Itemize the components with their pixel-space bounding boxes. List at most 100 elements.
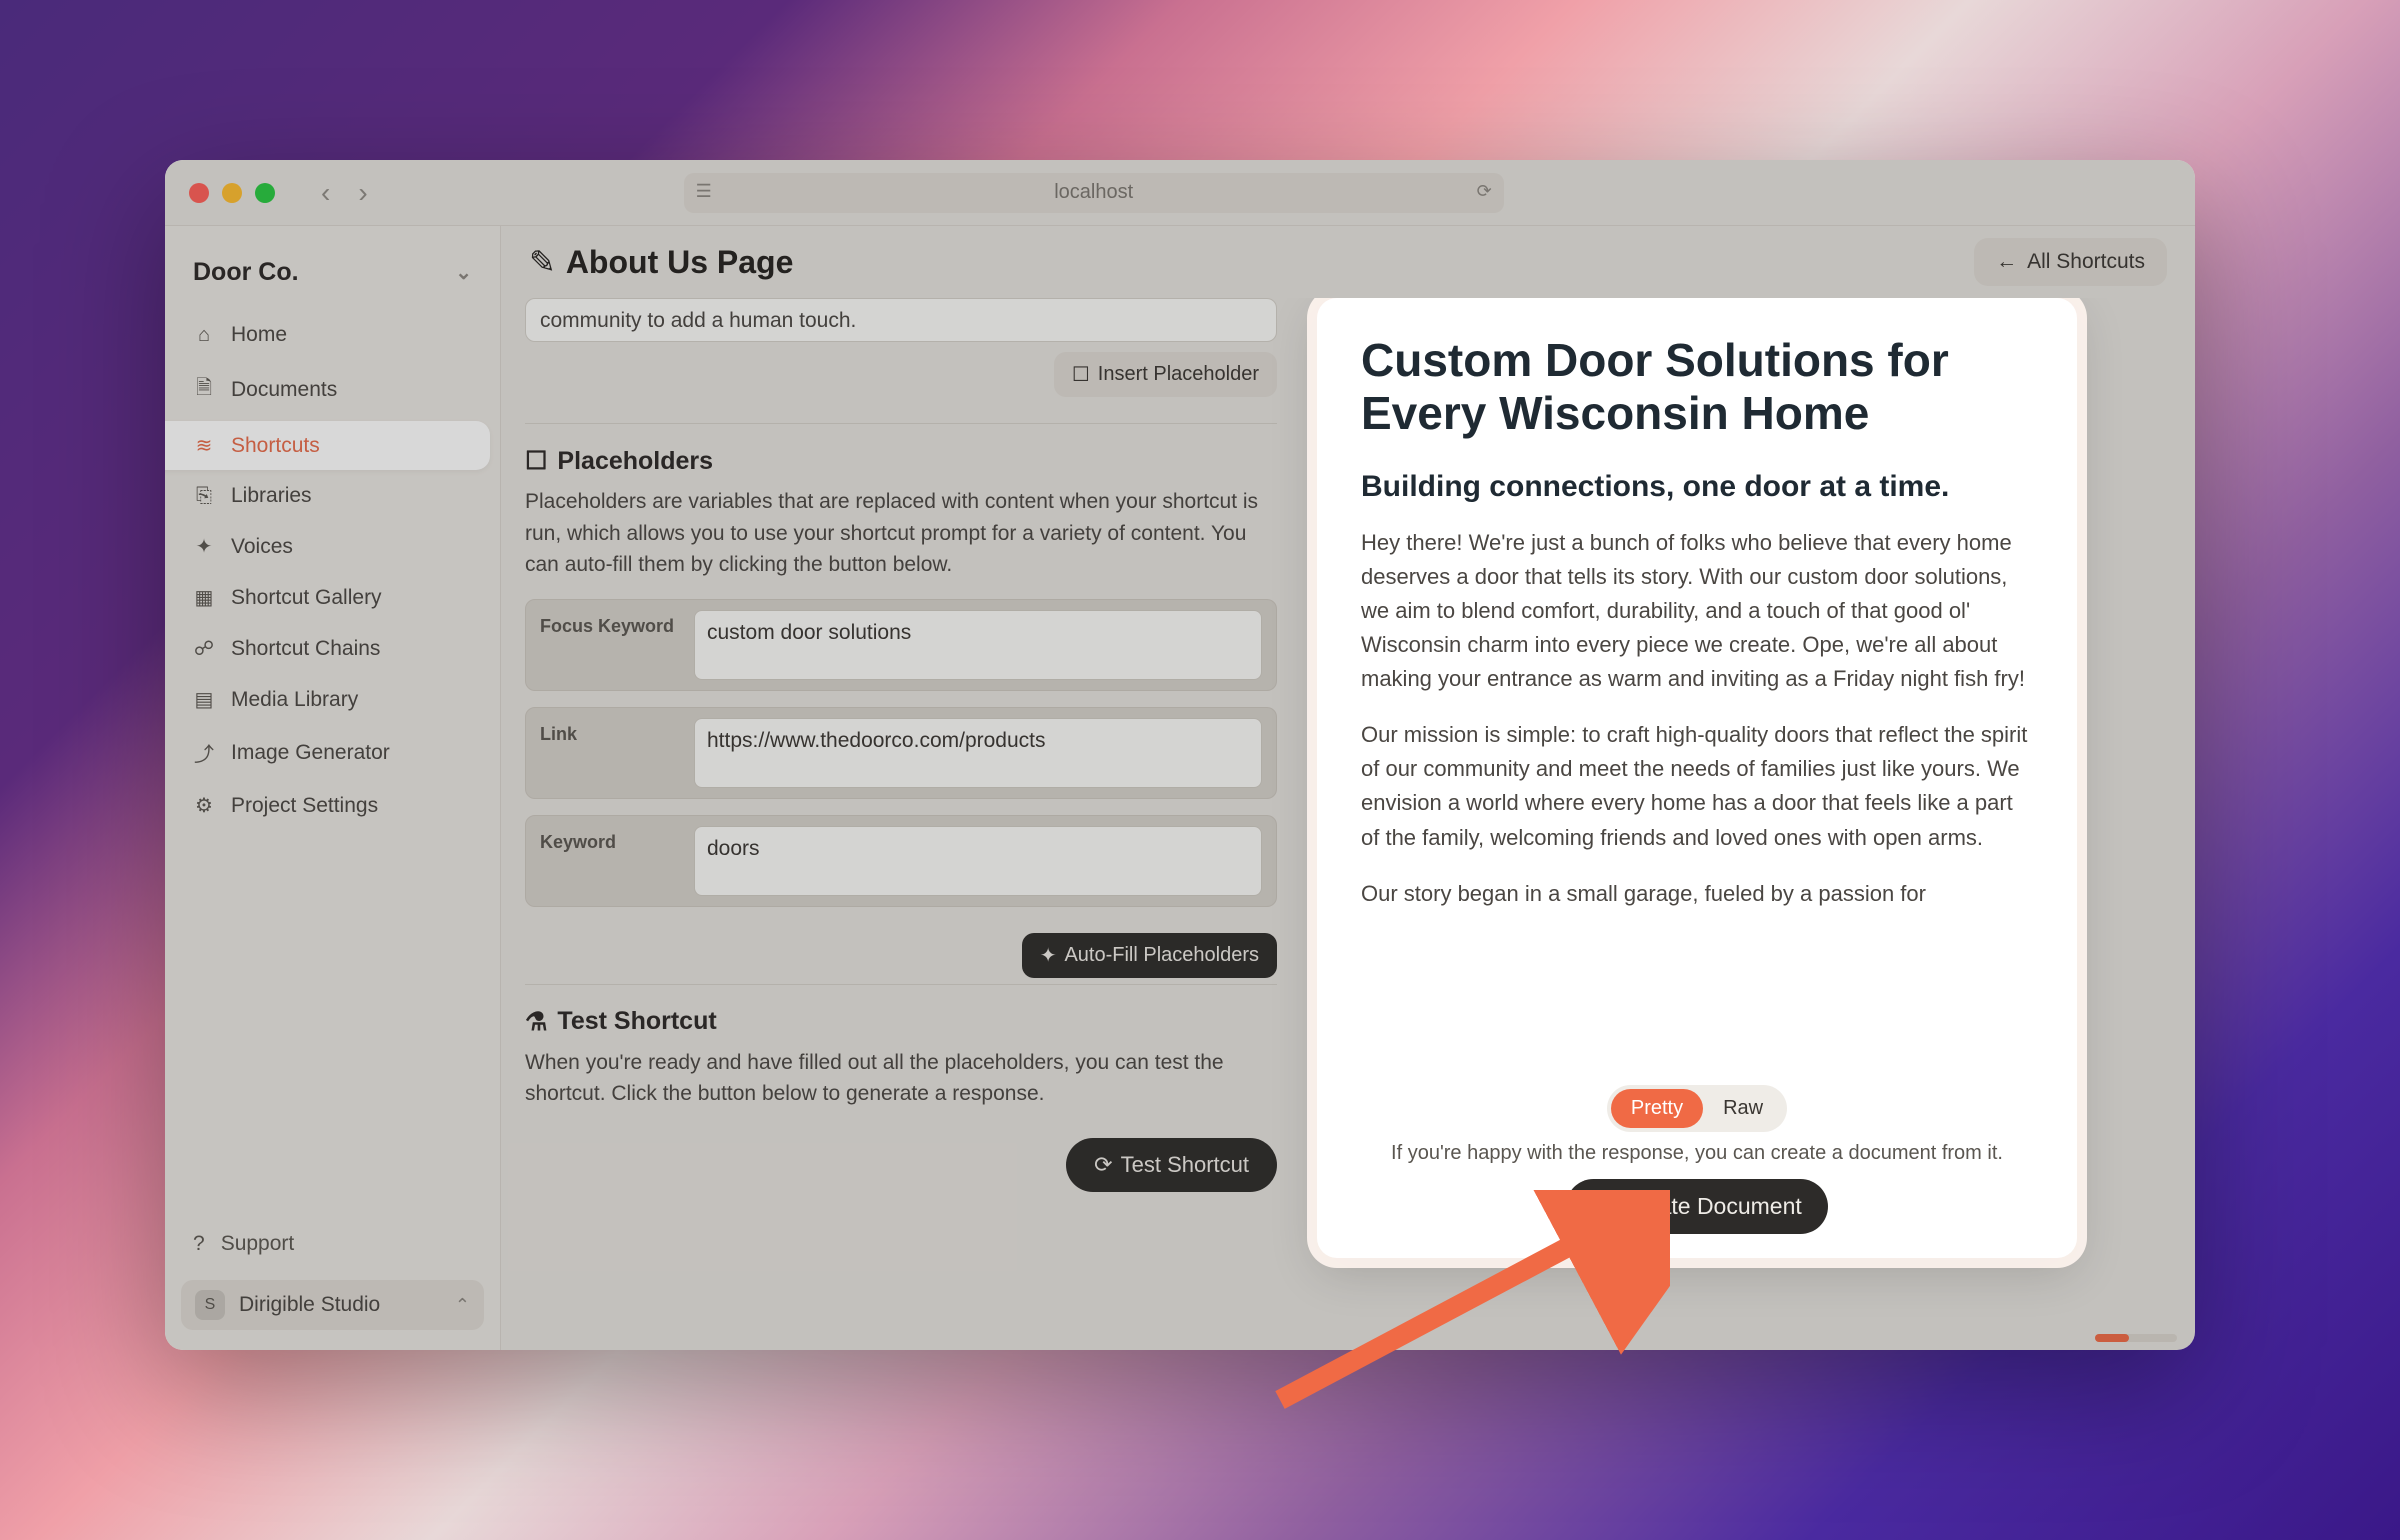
preview-title: Custom Door Solutions for Every Wisconsi… bbox=[1361, 334, 2033, 440]
sidebar-item-libraries[interactable]: ⎘ Libraries bbox=[165, 472, 490, 520]
gallery-icon: ▦ bbox=[193, 585, 215, 610]
sparkle-icon: ✦ bbox=[193, 534, 215, 559]
sidebar-item-label: Project Settings bbox=[231, 794, 378, 818]
sidebar-item-label: Home bbox=[231, 323, 287, 347]
prompt-card: community to add a human touch. ☐ Insert… bbox=[525, 298, 1277, 417]
wand-icon: ✦ bbox=[1040, 943, 1057, 968]
edit-icon: ✎ bbox=[529, 243, 556, 281]
beaker-icon: ⚗ bbox=[525, 1007, 547, 1037]
horizontal-scroll-indicator[interactable] bbox=[2095, 1334, 2177, 1342]
field-keyword: Keyword bbox=[525, 815, 1277, 907]
chevron-up-icon: ⌃ bbox=[455, 1295, 470, 1316]
form-column: community to add a human touch. ☐ Insert… bbox=[525, 298, 1277, 1322]
main-content: ✎ About Us Page ← All Shortcuts communit… bbox=[501, 226, 2195, 1350]
sidebar-item-media-library[interactable]: ▤ Media Library bbox=[165, 675, 490, 724]
sidebar: Door Co. ⌄ ⌂ Home 🗎 Documents ≋ Shortcut… bbox=[165, 226, 501, 1350]
browser-titlebar: ‹ › ☰ localhost ⟳ bbox=[165, 160, 2195, 226]
preview-scroll[interactable]: Custom Door Solutions for Every Wisconsi… bbox=[1327, 308, 2067, 1079]
chevron-down-icon: ⌄ bbox=[455, 260, 472, 285]
address-bar[interactable]: ☰ localhost ⟳ bbox=[684, 173, 1504, 213]
field-label: Link bbox=[540, 718, 680, 788]
pen-icon: ✎ bbox=[1592, 1193, 1611, 1220]
preview-paragraph: Hey there! We're just a bunch of folks w… bbox=[1361, 526, 2033, 696]
sidebar-item-label: Documents bbox=[231, 378, 337, 402]
preview-panel-wrap: Custom Door Solutions for Every Wisconsi… bbox=[1317, 298, 2077, 1322]
placeholders-heading: ☐ Placeholders bbox=[525, 423, 1277, 476]
preview-paragraph: Our mission is simple: to craft high-qua… bbox=[1361, 718, 2033, 854]
sidebar-item-shortcuts[interactable]: ≋ Shortcuts bbox=[165, 421, 490, 470]
sidebar-item-project-settings[interactable]: ⚙ Project Settings bbox=[165, 781, 490, 830]
toggle-raw-button[interactable]: Raw bbox=[1703, 1089, 1783, 1128]
preview-fade bbox=[1327, 1039, 2067, 1079]
support-label: Support bbox=[221, 1232, 295, 1256]
app-body: Door Co. ⌄ ⌂ Home 🗎 Documents ≋ Shortcut… bbox=[165, 226, 2195, 1350]
preview-paragraph: Our story began in a small garage, fuele… bbox=[1361, 877, 2033, 911]
preview-helper-text: If you're happy with the response, you c… bbox=[1327, 1142, 2067, 1165]
window-minimize-button[interactable] bbox=[222, 183, 242, 203]
browser-window: ‹ › ☰ localhost ⟳ Door Co. ⌄ ⌂ Home 🗎 bbox=[165, 160, 2195, 1350]
media-icon: ▤ bbox=[193, 687, 215, 712]
insert-placeholder-button[interactable]: ☐ Insert Placeholder bbox=[1054, 352, 1277, 397]
test-heading-text: Test Shortcut bbox=[557, 1007, 716, 1036]
create-document-label: Create Document bbox=[1622, 1193, 1802, 1220]
sidebar-support[interactable]: ? Support bbox=[165, 1220, 500, 1268]
workspace-name: Door Co. bbox=[193, 258, 299, 287]
scroll-thumb[interactable] bbox=[2095, 1334, 2129, 1342]
autofill-placeholders-button[interactable]: ✦ Auto-Fill Placeholders bbox=[1022, 933, 1277, 978]
test-shortcut-heading: ⚗ Test Shortcut bbox=[525, 984, 1277, 1037]
address-bar-text: localhost bbox=[1054, 181, 1133, 204]
sidebar-item-label: Image Generator bbox=[231, 741, 390, 765]
avatar-initial: S bbox=[205, 1296, 216, 1314]
account-switcher[interactable]: S Dirigible Studio ⌃ bbox=[181, 1280, 484, 1330]
nav-forward-button[interactable]: › bbox=[358, 179, 367, 207]
bookmark-icon: ☐ bbox=[1072, 362, 1090, 387]
all-shortcuts-button[interactable]: ← All Shortcuts bbox=[1974, 238, 2167, 286]
chain-icon: ☍ bbox=[193, 636, 215, 661]
placeholders-heading-text: Placeholders bbox=[557, 447, 713, 476]
insert-placeholder-label: Insert Placeholder bbox=[1098, 363, 1259, 386]
window-zoom-button[interactable] bbox=[255, 183, 275, 203]
prompt-textarea[interactable]: community to add a human touch. bbox=[525, 298, 1277, 342]
all-shortcuts-label: All Shortcuts bbox=[2027, 250, 2145, 274]
sidebar-item-shortcut-gallery[interactable]: ▦ Shortcut Gallery bbox=[165, 573, 490, 622]
field-focus-keyword: Focus Keyword bbox=[525, 599, 1277, 691]
sidebar-item-shortcut-chains[interactable]: ☍ Shortcut Chains bbox=[165, 624, 490, 673]
create-document-button[interactable]: ✎ Create Document bbox=[1566, 1179, 1828, 1234]
sidebar-item-documents[interactable]: 🗎 Documents bbox=[165, 361, 490, 419]
test-shortcut-description: When you're ready and have filled out al… bbox=[525, 1047, 1277, 1110]
sidebar-item-label: Shortcuts bbox=[231, 434, 320, 458]
sidebar-item-voices[interactable]: ✦ Voices bbox=[165, 522, 490, 571]
field-label: Keyword bbox=[540, 826, 680, 896]
field-input-link[interactable] bbox=[694, 718, 1262, 788]
sidebar-item-home[interactable]: ⌂ Home bbox=[165, 311, 490, 359]
field-input-keyword[interactable] bbox=[694, 826, 1262, 896]
document-icon: 🗎 bbox=[193, 373, 215, 407]
test-shortcut-button[interactable]: ⟳ Test Shortcut bbox=[1066, 1138, 1277, 1192]
avatar: S bbox=[195, 1290, 225, 1320]
reload-icon[interactable]: ⟳ bbox=[1477, 181, 1492, 202]
sidebar-item-image-generator[interactable]: ⤴ Image Generator bbox=[165, 726, 490, 779]
field-link: Link bbox=[525, 707, 1277, 799]
refresh-icon: ⟳ bbox=[1094, 1152, 1112, 1178]
help-icon: ? bbox=[193, 1232, 205, 1256]
nav-back-button[interactable]: ‹ bbox=[321, 179, 330, 207]
traffic-lights bbox=[185, 183, 275, 203]
preview-panel: Custom Door Solutions for Every Wisconsi… bbox=[1317, 298, 2077, 1258]
window-close-button[interactable] bbox=[189, 183, 209, 203]
sidebar-item-label: Voices bbox=[231, 535, 293, 559]
account-name: Dirigible Studio bbox=[239, 1293, 380, 1317]
page-title-text: About Us Page bbox=[566, 244, 794, 281]
reader-icon[interactable]: ☰ bbox=[696, 181, 712, 202]
main-header: ✎ About Us Page ← All Shortcuts bbox=[501, 226, 2195, 298]
rocket-icon: ⤴ bbox=[193, 738, 215, 767]
gear-icon: ⚙ bbox=[193, 793, 215, 818]
page-title: ✎ About Us Page bbox=[529, 243, 793, 281]
workspace-switcher[interactable]: Door Co. ⌄ bbox=[165, 240, 500, 311]
toggle-pretty-button[interactable]: Pretty bbox=[1611, 1089, 1703, 1128]
test-shortcut-label: Test Shortcut bbox=[1121, 1152, 1249, 1178]
sidebar-item-label: Shortcut Chains bbox=[231, 637, 380, 661]
browser-nav-buttons: ‹ › bbox=[321, 179, 368, 207]
field-input-focus-keyword[interactable] bbox=[694, 610, 1262, 680]
bookmark-icon: ☐ bbox=[525, 446, 547, 476]
placeholders-description: Placeholders are variables that are repl… bbox=[525, 486, 1277, 581]
